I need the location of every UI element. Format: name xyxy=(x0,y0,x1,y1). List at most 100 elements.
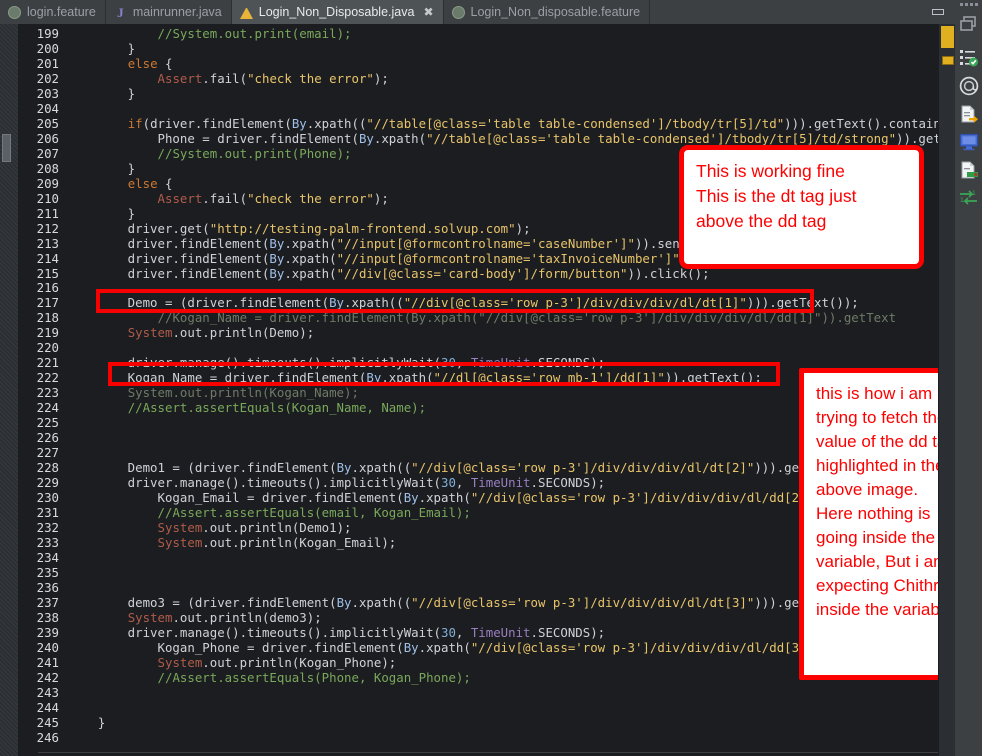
code-line[interactable]: 199 //System.out.print(email); xyxy=(18,26,946,42)
code-line[interactable]: 220 xyxy=(18,340,946,357)
line-code: else { xyxy=(127,55,173,71)
line-code: System.out.println(Demo); xyxy=(127,325,315,341)
line-number: 221 xyxy=(18,355,68,372)
line-number: 236 xyxy=(18,580,68,596)
restore-window-icon[interactable] xyxy=(955,10,982,38)
line-number: 233 xyxy=(18,535,68,551)
line-number: 232 xyxy=(18,520,68,536)
code-line[interactable]: 246 xyxy=(18,730,946,746)
svg-text:1: 1 xyxy=(960,197,964,204)
editor-gutter[interactable] xyxy=(0,24,18,756)
right-tool-rail: 1 1 xyxy=(955,0,982,756)
outline-checked-list-icon[interactable] xyxy=(955,44,982,72)
tab-bar-filler xyxy=(650,0,926,24)
note-line: This is the dt tag just xyxy=(696,186,857,206)
code-line[interactable]: 218 //Kogan_Name = driver.findElement(By… xyxy=(18,310,946,327)
tab-login-non-disposable-feature[interactable]: Login_Non_disposable.feature xyxy=(443,0,651,24)
line-number: 223 xyxy=(18,385,68,402)
feature-file-icon xyxy=(451,5,465,19)
editor-marker-column[interactable] xyxy=(938,24,955,756)
note-line: above the dd tag xyxy=(696,211,827,231)
line-number: 219 xyxy=(18,325,68,342)
code-line[interactable]: 245 } xyxy=(18,715,946,731)
note-line: This is working fine xyxy=(696,161,845,181)
line-number: 242 xyxy=(18,670,68,686)
line-number: 228 xyxy=(18,460,68,477)
line-number: 235 xyxy=(18,565,68,581)
line-number: 238 xyxy=(18,610,68,626)
line-number: 217 xyxy=(18,295,68,312)
line-number: 231 xyxy=(18,505,68,521)
line-number: 215 xyxy=(18,266,68,282)
minimize-icon[interactable] xyxy=(932,9,944,15)
at-sign-icon[interactable] xyxy=(955,72,982,100)
tab-mainrunner-java[interactable]: J mainrunner.java xyxy=(105,0,232,24)
warning-marker[interactable] xyxy=(942,56,954,65)
file-export-icon[interactable] xyxy=(955,100,982,128)
code-line[interactable]: 243 xyxy=(18,685,946,701)
scrollbar-thumb[interactable] xyxy=(941,26,954,48)
line-number: 240 xyxy=(18,640,68,656)
console-monitor-icon[interactable] xyxy=(955,128,982,156)
tab-login-non-disposable-java[interactable]: Login_Non_Disposable.java ✖ xyxy=(231,0,444,24)
line-number: 199 xyxy=(18,26,68,42)
ide-window: login.feature J mainrunner.java Login_No… xyxy=(0,0,982,756)
line-number: 211 xyxy=(18,206,68,222)
line-number: 208 xyxy=(18,161,68,177)
line-number: 241 xyxy=(18,655,68,671)
code-line[interactable]: 205 if(driver.findElement(By.xpath(("//t… xyxy=(18,115,946,132)
line-number: 202 xyxy=(18,71,68,87)
annotation-note-working-fine: This is working fine This is the dt tag … xyxy=(679,145,924,269)
line-number: 227 xyxy=(18,445,68,462)
tab-label: mainrunner.java xyxy=(132,5,222,19)
line-number: 239 xyxy=(18,625,68,641)
editor-bottom-divider xyxy=(38,752,943,753)
line-number: 212 xyxy=(18,221,68,237)
line-number: 245 xyxy=(18,715,68,731)
tab-label: login.feature xyxy=(27,5,96,19)
line-number: 237 xyxy=(18,595,68,611)
line-number: 222 xyxy=(18,370,68,387)
line-number: 226 xyxy=(18,430,68,447)
rail-icon-list: 1 1 xyxy=(955,6,982,212)
gutter-change-marker xyxy=(2,134,11,162)
code-line[interactable]: 201 else { xyxy=(18,55,946,72)
line-number: 225 xyxy=(18,415,68,432)
code-line[interactable]: 244 xyxy=(18,700,946,716)
warning-icon xyxy=(239,6,253,19)
line-code: Assert.fail("check the error"); xyxy=(157,70,389,86)
line-code: //Kogan_Name = driver.findElement(By.xpa… xyxy=(157,310,897,326)
line-number: 230 xyxy=(18,490,68,506)
arrows-sync-icon[interactable]: 1 1 xyxy=(955,184,982,212)
line-code: //System.out.print(email); xyxy=(157,26,352,41)
code-line[interactable]: 203 } xyxy=(18,85,946,102)
line-number: 220 xyxy=(18,340,68,357)
line-code: Demo = (driver.findElement(By.xpath(("//… xyxy=(68,295,859,311)
editor-tab-bar: login.feature J mainrunner.java Login_No… xyxy=(0,0,982,24)
line-code: if(driver.findElement(By.xpath(("//table… xyxy=(127,115,946,131)
line-number: 243 xyxy=(18,685,68,701)
code-line[interactable]: 204 xyxy=(18,101,946,117)
line-code: } xyxy=(68,85,136,101)
line-number: 206 xyxy=(18,131,68,147)
line-code: } xyxy=(68,40,136,56)
tab-login-feature[interactable]: login.feature xyxy=(0,0,106,24)
line-number: 234 xyxy=(18,550,68,566)
code-line[interactable]: 202 Assert.fail("check the error"); xyxy=(18,70,946,87)
code-line[interactable]: 216 xyxy=(18,280,946,297)
line-number: 207 xyxy=(18,146,68,162)
line-number: 214 xyxy=(18,251,68,267)
line-number: 209 xyxy=(18,176,68,192)
file-record-icon[interactable] xyxy=(955,156,982,184)
code-line[interactable]: 219 System.out.println(Demo); xyxy=(18,325,946,342)
line-number: 246 xyxy=(18,730,68,746)
feature-file-icon xyxy=(8,5,21,19)
line-number: 201 xyxy=(18,56,68,72)
java-file-icon: J xyxy=(117,4,124,20)
tab-label: Login_Non_Disposable.java xyxy=(258,5,415,19)
line-number: 210 xyxy=(18,191,68,207)
code-line[interactable]: 217 Demo = (driver.findElement(By.xpath(… xyxy=(18,295,946,312)
code-line[interactable]: 200 } xyxy=(18,40,946,57)
line-number: 204 xyxy=(18,101,68,117)
close-icon[interactable]: ✖ xyxy=(423,5,433,19)
